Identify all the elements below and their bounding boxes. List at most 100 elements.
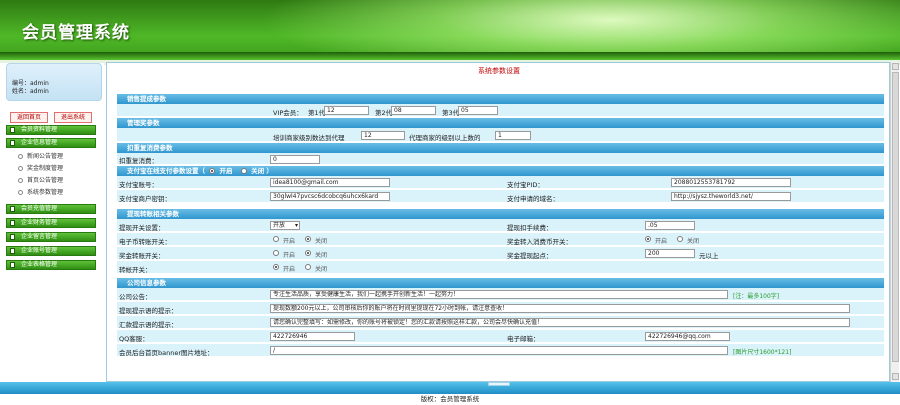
bonus-off-radio[interactable] bbox=[677, 236, 683, 242]
resize-grip[interactable] bbox=[488, 382, 510, 386]
vip-label: VIP会员： bbox=[273, 109, 303, 117]
ecoin-switch-label: 电子币转账开关： bbox=[119, 238, 171, 246]
row-company-notice: 公司公告： 专注生活品质，享受健康生活，我们一起携手开创新生活！一起努力！ [注… bbox=[117, 288, 884, 301]
alipay-key-input[interactable]: 30glwl47pvcsc6dcobcq6uhcx6kard bbox=[270, 192, 390, 201]
submenu-bonus[interactable]: 奖金制度管理 bbox=[18, 164, 63, 173]
section-deduction-header: 扣重复消费参数 bbox=[117, 143, 884, 153]
row-transfer-3: 奖金转账开关： 开启 关闭 奖金提现起点： 200 元以上 bbox=[117, 247, 884, 260]
submenu-system-params[interactable]: 系统参数管理 bbox=[18, 188, 63, 197]
register-tip-label: 汇款提示语的提示： bbox=[119, 321, 178, 329]
gen2-label: 第2代 bbox=[375, 109, 393, 117]
bottom-bar bbox=[0, 382, 900, 394]
user-name: 姓名：admin bbox=[12, 88, 49, 95]
sidebar: 编号：admin 姓名：admin 返回首页 退出系统 会员资料管理 企业信息管… bbox=[0, 63, 104, 385]
row-management: 培训商家级别数达到代理 12 代理商家的级别以上数的 1 bbox=[117, 128, 884, 142]
email-input[interactable]: 422726946@qq.com bbox=[645, 332, 730, 341]
bonus-on-radio[interactable] bbox=[645, 236, 651, 242]
row-contact: QQ客服： 422726946 电子邮箱： 422726946@qq.com bbox=[117, 330, 884, 343]
management-input1[interactable]: 12 bbox=[361, 131, 405, 140]
home-button[interactable]: 返回首页 bbox=[10, 112, 48, 123]
withdraw-min-input[interactable]: 200 bbox=[645, 249, 695, 258]
menu-book-icon bbox=[10, 206, 15, 212]
row-transfer-4: 转帐开关： 开启 关闭 bbox=[117, 261, 884, 274]
ecoin-off-label: 关闭 bbox=[315, 238, 328, 245]
menu-item-messages[interactable]: 企业留言管理 bbox=[6, 232, 96, 242]
bullet-icon bbox=[18, 154, 23, 159]
banner-input[interactable]: / bbox=[270, 346, 728, 355]
alipay-domain-input[interactable]: http://sjysz.theworld3.net/ bbox=[671, 192, 791, 201]
qq-input[interactable]: 422726946 bbox=[270, 332, 355, 341]
bonus-transfer-on-label: 开启 bbox=[283, 252, 296, 259]
section-management-header: 管理奖参数 bbox=[117, 118, 884, 128]
menu-book-icon bbox=[10, 234, 15, 240]
menu-item-recharge[interactable]: 会员充值管理 bbox=[6, 204, 96, 214]
menu-item-forms[interactable]: 企业表格管理 bbox=[6, 260, 96, 270]
withdraw-switch-select[interactable]: 开放 bbox=[270, 221, 300, 230]
alipay-account-label: 支付宝账号： bbox=[119, 181, 158, 189]
gen1-label: 第1代 bbox=[308, 109, 326, 117]
ecoin-off-radio[interactable] bbox=[305, 236, 311, 242]
section-company-header: 公司信息参数 bbox=[117, 278, 884, 288]
bonus-transfer-off-radio[interactable] bbox=[305, 250, 311, 256]
withdraw-tip-input[interactable]: 提现数额200元以上，公司审核后你的账户将在时间里提现在72小时到帐，请注意查收… bbox=[270, 304, 850, 313]
management-text1: 培训商家级别数达到代理 bbox=[273, 134, 345, 142]
payment-off-label: 关闭 bbox=[251, 167, 265, 175]
section-sales-header: 销售提成参数 bbox=[117, 94, 884, 104]
payment-on-radio[interactable] bbox=[209, 168, 216, 174]
alipay-pid-input[interactable]: 2088012553781792 bbox=[671, 178, 791, 187]
row-deduction: 扣重复消费： 0 bbox=[117, 153, 884, 165]
scroll-up-arrow[interactable] bbox=[892, 63, 899, 70]
scroll-thumb[interactable] bbox=[892, 72, 899, 362]
transfer-on-label: 开启 bbox=[283, 266, 296, 273]
row-register-tip: 汇款提示语的提示： 请您确认完整填写：如需修改，你的账号将被锁定！您的汇款请按照… bbox=[117, 316, 884, 329]
transfer-off-radio[interactable] bbox=[305, 264, 311, 270]
transfer-switch-label: 转帐开关： bbox=[119, 266, 152, 274]
exit-button[interactable]: 退出系统 bbox=[54, 112, 92, 123]
gen3-input[interactable]: 05 bbox=[458, 106, 498, 115]
withdraw-min-label: 奖金提现起点： bbox=[507, 252, 553, 260]
withdraw-fee-input[interactable]: .05 bbox=[645, 221, 695, 230]
bonus-switch-label: 奖金转入消费币开关： bbox=[507, 238, 572, 246]
gen3-label: 第3代 bbox=[442, 109, 460, 117]
section-transfer-header: 提现转账相关参数 bbox=[117, 209, 884, 219]
scroll-down-arrow[interactable] bbox=[892, 373, 899, 380]
menu-book-icon bbox=[10, 248, 15, 254]
submenu-news[interactable]: 新闻公告管理 bbox=[18, 152, 63, 161]
menu-item-finance[interactable]: 企业财务管理 bbox=[6, 218, 96, 228]
app-title: 会员管理系统 bbox=[22, 23, 130, 43]
notice-input[interactable]: 专注生活品质，享受健康生活，我们一起携手开创新生活！一起努力！ bbox=[270, 290, 728, 299]
section-payment-header: 支付宝在线支付参数设置（ 开启 关闭 ） bbox=[117, 166, 884, 176]
register-tip-input[interactable]: 请您确认完整填写：如需修改，你的账号将被锁定！您的汇款请按照这样汇款，公司会尽快… bbox=[270, 318, 850, 327]
content-scrollbar[interactable] bbox=[890, 62, 899, 382]
management-input2[interactable]: 1 bbox=[495, 131, 531, 140]
withdraw-fee-label: 提现扣手续费： bbox=[507, 224, 553, 232]
ecoin-on-radio[interactable] bbox=[273, 236, 279, 242]
gen1-input[interactable]: 12 bbox=[324, 106, 369, 115]
bonus-transfer-on-radio[interactable] bbox=[273, 250, 279, 256]
alipay-account-input[interactable]: idea8100@gmail.com bbox=[270, 178, 390, 187]
withdraw-min-suffix: 元以上 bbox=[699, 252, 719, 260]
management-text2: 代理商家的级别以上数的 bbox=[409, 134, 481, 142]
alipay-domain-label: 支付申请的域名： bbox=[507, 195, 559, 203]
transfer-on-radio[interactable] bbox=[273, 264, 279, 270]
payment-header-suffix: ） bbox=[266, 167, 273, 175]
qq-label: QQ客服： bbox=[119, 335, 149, 343]
email-label: 电子邮箱： bbox=[507, 335, 540, 343]
bonus-transfer-off-label: 关闭 bbox=[315, 252, 328, 259]
withdraw-switch-label: 提现开关设置： bbox=[119, 224, 165, 232]
row-transfer-1: 提现开关设置： 开放 提现扣手续费： .05 bbox=[117, 219, 884, 232]
row-transfer-2: 电子币转账开关： 开启 关闭 奖金转入消费币开关： 开启 关闭 bbox=[117, 233, 884, 246]
menu-item-company-info[interactable]: 企业信息管理 bbox=[6, 138, 96, 148]
bullet-icon bbox=[18, 190, 23, 195]
submenu-home-notice[interactable]: 首页公告管理 bbox=[18, 176, 63, 185]
bonus-off-label: 关闭 bbox=[687, 238, 700, 245]
deduction-input[interactable]: 0 bbox=[270, 155, 320, 164]
menu-item-accounts[interactable]: 企业账号管理 bbox=[6, 246, 96, 256]
footer-copyright: 版权：会员管理系统 bbox=[420, 395, 480, 403]
gen2-input[interactable]: 08 bbox=[391, 106, 436, 115]
app-header: 会员管理系统 bbox=[0, 0, 900, 60]
content-panel: 系统参数设置 销售提成参数 VIP会员： 第1代 12 第2代 08 第3代 0… bbox=[106, 62, 890, 382]
payment-off-radio[interactable] bbox=[240, 168, 247, 174]
menu-item-member[interactable]: 会员资料管理 bbox=[6, 125, 96, 135]
notice-label: 公司公告： bbox=[119, 293, 152, 301]
